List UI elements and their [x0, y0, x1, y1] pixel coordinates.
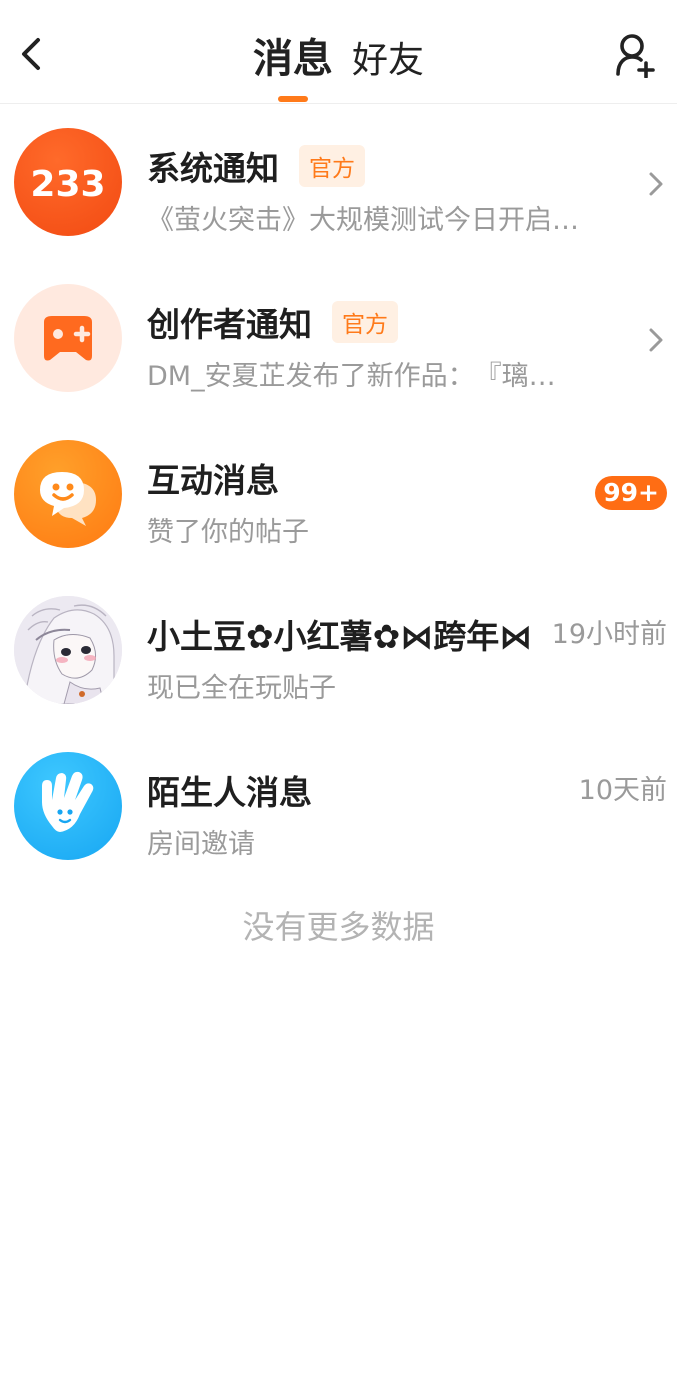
- item-title: 陌生人消息: [147, 773, 312, 812]
- chevron-right-icon: [649, 172, 663, 196]
- item-title: 系统通知 官方: [147, 142, 365, 190]
- list-item-chat[interactable]: 小土豆✿小红薯✿⋈跨年⋈ 现已全在玩贴子 19小时前: [0, 572, 677, 728]
- item-title: 互动消息: [147, 461, 279, 500]
- messages-page: 消息 好友 233 系统通知 官方 《萤火突击》大规模测试今日开启… 创作者通知…: [0, 0, 677, 1386]
- no-more-data-label: 没有更多数据: [242, 908, 435, 946]
- official-badge: 官方: [299, 145, 365, 187]
- tab-messages[interactable]: 消息: [253, 26, 333, 84]
- item-title-text: 创作者通知: [147, 305, 312, 344]
- add-friend-button[interactable]: [615, 32, 659, 79]
- item-subtitle: 房间邀请: [147, 829, 255, 860]
- item-subtitle: 现已全在玩贴子: [147, 673, 336, 704]
- avatar-text: 233: [30, 164, 105, 205]
- smile-chat-icon: [14, 440, 122, 548]
- user-plus-icon: [616, 34, 655, 79]
- tab-friends[interactable]: 好友: [352, 31, 424, 83]
- item-title: 创作者通知 官方: [147, 298, 398, 346]
- list-item-interaction[interactable]: 互动消息 赞了你的帖子 99+: [0, 416, 677, 572]
- item-subtitle: DM_安夏芷发布了新作品： 『璃…: [147, 361, 556, 392]
- waving-hand-icon: [14, 752, 122, 860]
- top-bar: 消息 好友: [0, 0, 677, 104]
- gamepad-icon: [14, 284, 122, 392]
- list-item-system-notice[interactable]: 233 系统通知 官方 《萤火突击》大规模测试今日开启…: [0, 104, 677, 260]
- item-subtitle: 赞了你的帖子: [147, 517, 309, 548]
- timestamp: 19小时前: [551, 619, 667, 650]
- timestamp: 10天前: [578, 775, 667, 806]
- unread-count-badge: 99+: [595, 476, 667, 510]
- list-item-stranger[interactable]: 陌生人消息 房间邀请 10天前: [0, 728, 677, 884]
- item-title-text: 系统通知: [147, 149, 279, 188]
- list-item-creator-notice[interactable]: 创作者通知 官方 DM_安夏芷发布了新作品： 『璃…: [0, 260, 677, 416]
- official-badge: 官方: [332, 301, 398, 343]
- item-title: 小土豆✿小红薯✿⋈跨年⋈: [147, 617, 533, 656]
- brand-233-icon: 233: [14, 128, 122, 236]
- item-subtitle: 《萤火突击》大规模测试今日开启…: [147, 205, 579, 236]
- active-tab-indicator: [278, 96, 308, 102]
- chevron-right-icon: [649, 328, 663, 352]
- message-list: 233 系统通知 官方 《萤火突击》大规模测试今日开启… 创作者通知 官方 DM…: [0, 104, 677, 884]
- tab-bar: 消息 好友: [0, 26, 677, 86]
- anime-girl-avatar: [14, 596, 122, 704]
